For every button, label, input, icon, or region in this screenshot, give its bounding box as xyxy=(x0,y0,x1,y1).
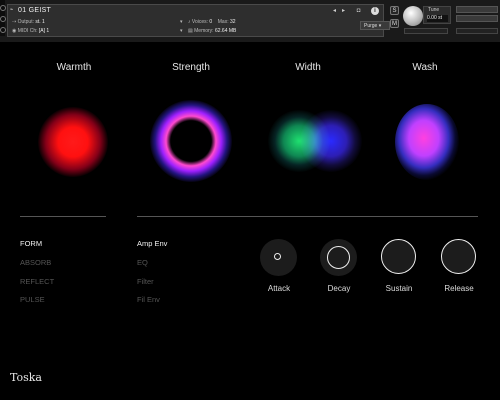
output-dropdown-icon[interactable]: ▾ xyxy=(180,19,183,25)
release-knob[interactable] xyxy=(441,239,476,274)
tune-label: Tune xyxy=(428,7,440,13)
tune-value[interactable]: 0.00 st xyxy=(427,15,448,22)
pan-slider[interactable] xyxy=(456,28,498,34)
param-label-width: Width xyxy=(295,62,321,73)
close-icon[interactable] xyxy=(0,5,6,11)
max-voices-value[interactable]: 32 xyxy=(230,19,236,25)
attack-indicator xyxy=(274,253,281,260)
sustain-knob[interactable] xyxy=(381,239,416,274)
decay-knob[interactable] xyxy=(320,239,357,276)
menu-item-filter[interactable]: Filter xyxy=(137,277,154,286)
param-label-warmth: Warmth xyxy=(56,62,92,73)
info-icon[interactable]: i xyxy=(371,7,379,15)
tune-display: Tune 0.00 st xyxy=(423,6,451,24)
instrument-menu-icon[interactable]: ⌁ xyxy=(7,6,16,14)
tune-knob[interactable] xyxy=(403,6,423,26)
purge-button[interactable]: Purge ▾ xyxy=(360,21,390,30)
midi-icon: ◉ xyxy=(12,28,17,34)
section-divider-right xyxy=(137,216,478,217)
voices-icon: ♪ xyxy=(188,19,191,25)
info-icon[interactable] xyxy=(0,16,6,22)
memory-value: 62.64 MB xyxy=(214,28,237,34)
param-label-strength: Strength xyxy=(172,62,210,73)
next-instrument-icon[interactable]: ▸ xyxy=(339,7,348,15)
menu-item-amp-env[interactable]: Amp Env xyxy=(137,239,167,248)
camera-icon[interactable]: ◘ xyxy=(354,7,363,15)
attack-knob[interactable] xyxy=(260,239,297,276)
output-icon: ⇢ xyxy=(12,19,17,25)
menu-item-eq[interactable]: EQ xyxy=(137,258,148,267)
strength-orb[interactable] xyxy=(150,100,232,182)
output-row[interactable]: ⇢ Output: st. 1 xyxy=(12,19,45,25)
menu-item-fil-env[interactable]: Fil Env xyxy=(137,295,160,304)
prev-instrument-icon[interactable]: ◂ xyxy=(330,7,339,15)
pv-button[interactable] xyxy=(456,15,498,22)
memory-row: ▤ Memory: 62.64 MB xyxy=(188,28,237,34)
param-label-wash: Wash xyxy=(412,62,438,73)
header-side-strip xyxy=(0,0,6,36)
release-label: Release xyxy=(444,284,474,293)
menu-item-pulse[interactable]: PULSE xyxy=(20,295,45,304)
instrument-panel: ⌁ 01 GEIST ⇢ Output: st. 1 ◉ MIDI Ch: [A… xyxy=(7,4,390,37)
warmth-orb[interactable] xyxy=(38,107,108,177)
section-divider-left xyxy=(20,216,106,217)
menu-item-form[interactable]: FORM xyxy=(20,239,42,248)
attack-label: Attack xyxy=(267,284,291,293)
decay-indicator xyxy=(327,246,350,269)
output-value[interactable]: st. 1 xyxy=(35,19,44,25)
level-meter-left xyxy=(404,28,448,34)
midi-channel-value[interactable]: [A] 1 xyxy=(39,28,49,34)
solo-button[interactable]: S xyxy=(390,6,399,15)
voices-row: ♪ Voices: 0 Max: 32 xyxy=(188,19,236,25)
sustain-label: Sustain xyxy=(385,284,413,293)
wash-orb[interactable] xyxy=(395,104,459,180)
instrument-header: ⌁ 01 GEIST ⇢ Output: st. 1 ◉ MIDI Ch: [A… xyxy=(0,0,500,42)
voices-value: 0 xyxy=(209,19,213,25)
menu-item-reflect[interactable]: REFLECT xyxy=(20,277,54,286)
decay-label: Decay xyxy=(327,284,351,293)
brand-logo: Toska xyxy=(10,371,42,384)
mute-button[interactable]: M xyxy=(390,19,399,28)
midi-row[interactable]: ◉ MIDI Ch: [A] 1 xyxy=(12,28,49,34)
collapse-icon[interactable] xyxy=(0,27,6,33)
instrument-name[interactable]: 01 GEIST xyxy=(18,7,51,14)
menu-item-absorb[interactable]: ABSORB xyxy=(20,258,51,267)
aux-button[interactable] xyxy=(456,6,498,13)
width-orb-right[interactable] xyxy=(300,110,362,172)
midi-dropdown-icon[interactable]: ▾ xyxy=(180,28,183,34)
memory-icon: ▤ xyxy=(188,28,193,34)
